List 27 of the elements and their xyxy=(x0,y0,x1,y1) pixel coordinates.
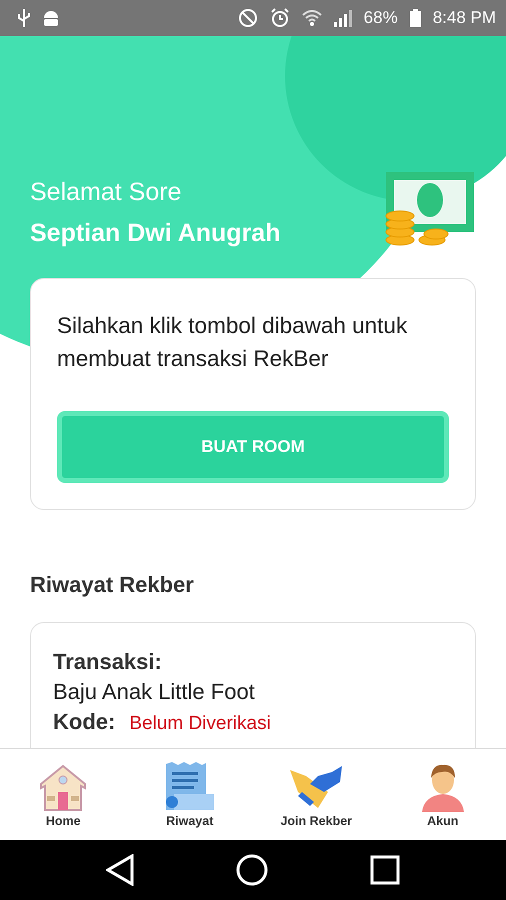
transaction-label: Transaksi: xyxy=(53,649,163,675)
usb-icon xyxy=(18,9,30,27)
code-label: Kode: xyxy=(53,709,116,735)
money-icon xyxy=(384,170,476,248)
home-icon[interactable] xyxy=(236,854,268,886)
battery-icon xyxy=(410,9,421,27)
battery-percent: 68% xyxy=(364,8,398,28)
blocked-icon xyxy=(238,8,258,28)
receipt-icon xyxy=(164,762,216,812)
nav-tab[interactable]: Akun xyxy=(380,749,506,840)
signal-icon xyxy=(334,9,352,27)
instruction-text: Silahkan klik tombol dibawah untuk membuat transaksi RekBer xyxy=(57,312,408,373)
verification-status: Belum Diverikasi xyxy=(129,713,271,735)
wifi-icon xyxy=(302,10,322,26)
recents-icon[interactable] xyxy=(370,855,400,885)
user-name: Septian Dwi Anugrah xyxy=(30,219,280,248)
nav-tab[interactable]: Riwayat xyxy=(126,749,253,840)
alarm-icon xyxy=(270,8,290,28)
section-title: Riwayat Rekber xyxy=(30,572,195,598)
nav-tab[interactable]: Home xyxy=(0,749,126,840)
transaction-name: Baju Anak Little Foot xyxy=(53,679,256,705)
clock-time: 8:48 PM xyxy=(432,8,496,28)
nav-tab[interactable]: Join Rekber xyxy=(253,749,380,840)
transaction-card[interactable]: Transaksi: Baju Anak Little Foot Kode: Belum Diverikasi xyxy=(30,622,476,748)
android-icon xyxy=(42,9,60,27)
greeting-text: Selamat Sore xyxy=(30,178,182,207)
back-icon[interactable] xyxy=(106,854,134,886)
